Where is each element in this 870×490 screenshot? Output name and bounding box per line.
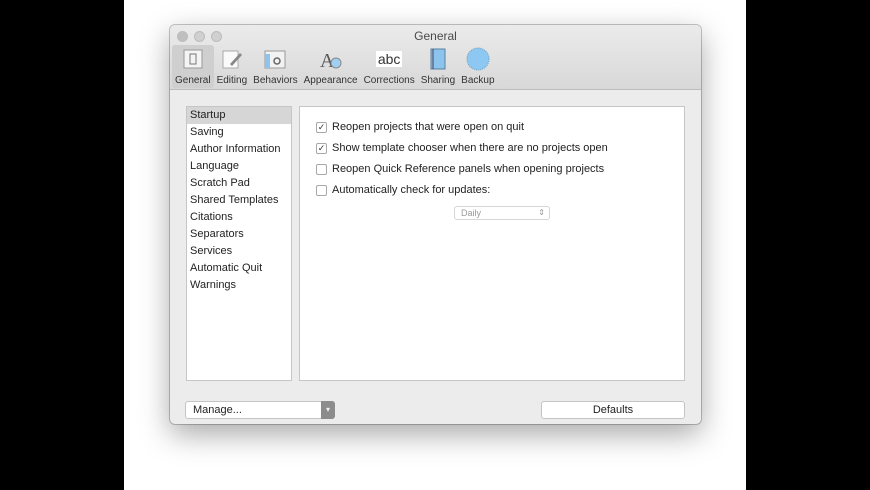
reopen-quick-reference-checkbox[interactable]: Reopen Quick Reference panels when openi… bbox=[316, 163, 604, 175]
tab-backup[interactable]: Backup bbox=[458, 45, 497, 88]
backup-icon bbox=[466, 47, 490, 71]
tab-behaviors[interactable]: Behaviors bbox=[250, 45, 300, 88]
option-label: Show template chooser when there are no … bbox=[332, 142, 608, 154]
manage-label: Manage... bbox=[193, 404, 242, 416]
show-template-chooser-checkbox[interactable]: ✓ Show template chooser when there are no… bbox=[316, 142, 608, 154]
behaviors-icon bbox=[263, 47, 287, 71]
sidebar-item-automatic-quit[interactable]: Automatic Quit bbox=[187, 260, 291, 277]
defaults-button[interactable]: Defaults bbox=[541, 401, 685, 419]
sidebar-item-language[interactable]: Language bbox=[187, 158, 291, 175]
tab-editing[interactable]: Editing bbox=[214, 45, 251, 88]
sidebar-item-services[interactable]: Services bbox=[187, 243, 291, 260]
select-value: Daily bbox=[461, 208, 482, 218]
tab-label: Corrections bbox=[363, 75, 415, 86]
sidebar-item-citations[interactable]: Citations bbox=[187, 209, 291, 226]
checkbox[interactable]: ✓ bbox=[316, 121, 327, 133]
checkbox[interactable] bbox=[316, 163, 327, 175]
check-updates-checkbox[interactable]: Automatically check for updates: bbox=[316, 184, 490, 196]
chevron-down-icon: ▾ bbox=[321, 401, 335, 419]
option-label: Reopen Quick Reference panels when openi… bbox=[332, 163, 605, 175]
editing-icon bbox=[220, 47, 244, 71]
option-label: Reopen projects that were open on quit bbox=[332, 121, 525, 133]
tab-appearance[interactable]: A Appearance bbox=[301, 45, 361, 88]
manage-popup-button[interactable]: Manage... ▾ bbox=[185, 401, 335, 419]
chevron-updown-icon: ⇕ bbox=[538, 208, 545, 217]
checkbox[interactable] bbox=[316, 184, 327, 196]
abc-glyph: abc bbox=[375, 51, 403, 67]
tab-corrections[interactable]: abc Corrections bbox=[361, 45, 418, 88]
sidebar-item-scratch-pad[interactable]: Scratch Pad bbox=[187, 175, 291, 192]
option-label: Automatically check for updates: bbox=[332, 184, 491, 196]
sharing-icon bbox=[426, 47, 450, 71]
corrections-icon: abc bbox=[375, 47, 403, 71]
sidebar-item-separators[interactable]: Separators bbox=[187, 226, 291, 243]
tab-label: Sharing bbox=[420, 75, 456, 86]
tab-label: Behaviors bbox=[253, 75, 298, 86]
titlebar: General General Editing Behaviors A Appea… bbox=[170, 25, 701, 90]
sidebar-item-author-information[interactable]: Author Information bbox=[187, 141, 291, 158]
tab-label: Appearance bbox=[303, 75, 358, 86]
tab-label: Editing bbox=[216, 75, 248, 86]
sidebar-item-startup[interactable]: Startup bbox=[187, 107, 291, 124]
tab-label: General bbox=[175, 75, 211, 86]
settings-category-list: Startup Saving Author Information Langua… bbox=[186, 106, 292, 381]
update-frequency-select[interactable]: Daily ⇕ bbox=[454, 206, 550, 220]
tab-sharing[interactable]: Sharing bbox=[418, 45, 458, 88]
general-icon bbox=[181, 47, 205, 71]
sidebar-item-saving[interactable]: Saving bbox=[187, 124, 291, 141]
checkbox[interactable]: ✓ bbox=[316, 142, 327, 154]
tab-label: Backup bbox=[461, 75, 495, 86]
appearance-icon: A bbox=[319, 47, 343, 71]
sidebar-item-shared-templates[interactable]: Shared Templates bbox=[187, 192, 291, 209]
startup-settings-panel: ✓ Reopen projects that were open on quit … bbox=[299, 106, 685, 381]
preferences-window: General General Editing Behaviors A Appea… bbox=[170, 25, 701, 424]
window-title: General bbox=[414, 29, 457, 43]
reopen-projects-checkbox[interactable]: ✓ Reopen projects that were open on quit bbox=[316, 121, 524, 133]
tab-general[interactable]: General bbox=[172, 45, 214, 88]
sidebar-item-warnings[interactable]: Warnings bbox=[187, 277, 291, 294]
